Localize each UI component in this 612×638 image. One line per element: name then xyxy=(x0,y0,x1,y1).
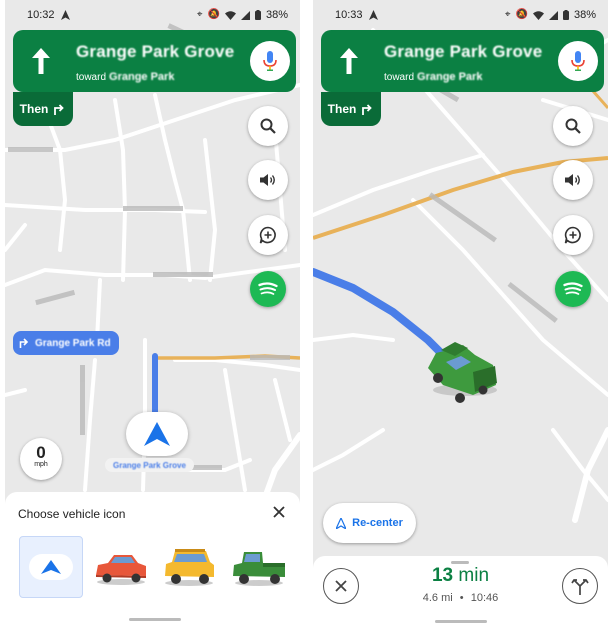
then-turn-indicator: Then xyxy=(321,92,381,126)
search-icon xyxy=(565,118,581,134)
vehicle-icon-sheet: Choose vehicle icon xyxy=(5,492,300,638)
current-street-name: Grange Park Grove xyxy=(113,460,186,470)
mute-icon: 🔕 xyxy=(207,9,220,20)
green-pickup-icon xyxy=(233,552,285,586)
status-time: 10:33 xyxy=(335,9,363,21)
drag-handle[interactable] xyxy=(451,561,469,564)
toward-destination: Grange Park xyxy=(417,71,483,83)
trip-distance: 4.6 mi xyxy=(422,592,453,604)
add-report-icon xyxy=(259,226,276,244)
right-screen: 10:33 ⌖ 🔕 38% Grange Park Grove toward Gr… xyxy=(313,0,608,638)
next-street-name: Grange Park Grove xyxy=(76,42,235,61)
wifi-icon xyxy=(532,10,544,20)
speed-value: 0 xyxy=(36,443,46,462)
spotify-icon xyxy=(563,282,583,295)
status-time: 10:32 xyxy=(27,9,55,21)
red-car-icon xyxy=(96,555,146,585)
speed-unit: mph xyxy=(34,461,48,468)
turn-right-icon xyxy=(19,338,29,348)
battery-icon xyxy=(562,10,569,20)
sound-button[interactable] xyxy=(553,160,593,200)
status-bar: 10:32 ⌖ 🔕 38% xyxy=(5,0,300,30)
voice-search-button[interactable] xyxy=(558,41,598,81)
toward-text: toward Grange Park xyxy=(384,71,482,83)
next-street-name: Grange Park Grove xyxy=(384,42,543,61)
home-indicator[interactable] xyxy=(435,620,487,623)
microphone-icon xyxy=(571,51,585,71)
home-indicator[interactable] xyxy=(129,618,181,621)
toward-label: toward xyxy=(384,72,415,83)
vehicle-option-red-car[interactable] xyxy=(89,536,153,598)
vehicle-option-arrow[interactable] xyxy=(19,536,83,598)
then-label: Then xyxy=(19,102,49,116)
add-report-icon xyxy=(564,226,581,244)
add-report-button[interactable] xyxy=(553,215,593,255)
turn-right-icon xyxy=(362,104,373,115)
speaker-icon xyxy=(259,174,275,186)
trip-summary-sheet[interactable]: 13 min 4.6 mi • 10:46 xyxy=(313,556,608,638)
search-along-route-button[interactable] xyxy=(248,106,288,146)
close-icon[interactable] xyxy=(272,505,286,519)
add-report-button[interactable] xyxy=(248,215,288,255)
recenter-label: Re-center xyxy=(352,517,403,529)
vehicle-option-green-pickup[interactable] xyxy=(227,536,291,598)
sheet-title: Choose vehicle icon xyxy=(18,507,126,521)
mute-icon: 🔕 xyxy=(515,9,528,20)
toward-label: toward xyxy=(76,72,107,83)
sound-button[interactable] xyxy=(248,160,288,200)
left-screen: 10:32 ⌖ 🔕 38% Grange Park Grove toward Gr… xyxy=(5,0,300,638)
yellow-suv-icon xyxy=(165,549,214,586)
spotify-icon xyxy=(258,282,278,295)
navigation-arrow-icon xyxy=(41,560,61,574)
location-icon: ⌖ xyxy=(196,9,203,20)
microphone-icon xyxy=(263,51,277,71)
battery-level: 38% xyxy=(265,9,288,21)
spotify-button[interactable] xyxy=(250,271,286,307)
alternate-routes-button[interactable] xyxy=(562,568,598,604)
next-turn-street-label: Grange Park Rd xyxy=(13,331,119,355)
navigation-status-icon xyxy=(368,10,378,20)
then-label: Then xyxy=(327,102,357,116)
then-turn-indicator: Then xyxy=(13,92,73,126)
location-icon: ⌖ xyxy=(504,9,511,20)
eta-unit: min xyxy=(458,565,490,586)
eta-value: 13 xyxy=(431,565,454,586)
navigation-status-icon xyxy=(60,10,70,20)
signal-icon xyxy=(548,10,558,20)
straight-arrow-icon xyxy=(340,48,358,74)
speaker-icon xyxy=(564,174,580,186)
wifi-icon xyxy=(224,10,236,20)
arrival-time: 10:46 xyxy=(470,592,499,604)
spotify-button[interactable] xyxy=(555,271,591,307)
search-along-route-button[interactable] xyxy=(553,106,593,146)
battery-level: 38% xyxy=(573,9,596,21)
arrow-option-badge xyxy=(29,554,73,580)
speedometer: 0 mph xyxy=(20,438,62,480)
toward-text: toward Grange Park xyxy=(76,71,174,83)
turn-right-icon xyxy=(54,104,65,115)
toward-destination: Grange Park xyxy=(109,71,175,83)
trip-separator: • xyxy=(459,592,464,604)
current-street-label: Grange Park Grove xyxy=(105,458,194,472)
straight-arrow-icon xyxy=(32,48,50,74)
vehicle-option-yellow-suv[interactable] xyxy=(157,536,221,598)
next-turn-street-name: Grange Park Rd xyxy=(35,337,111,349)
battery-icon xyxy=(254,10,261,20)
alternate-routes-icon xyxy=(571,579,589,595)
search-icon xyxy=(260,118,276,134)
signal-icon xyxy=(240,10,250,20)
navigation-arrow-icon xyxy=(144,422,170,446)
recenter-button[interactable]: Re-center xyxy=(323,503,416,543)
status-bar: 10:33 ⌖ 🔕 38% xyxy=(313,0,608,30)
voice-search-button[interactable] xyxy=(250,41,290,81)
navigation-arrow-icon xyxy=(336,517,347,529)
navigation-banner[interactable]: Grange Park Grove toward Grange Park xyxy=(13,30,296,92)
navigation-arrow-marker xyxy=(126,412,188,456)
navigation-banner[interactable]: Grange Park Grove toward Grange Park xyxy=(321,30,604,92)
